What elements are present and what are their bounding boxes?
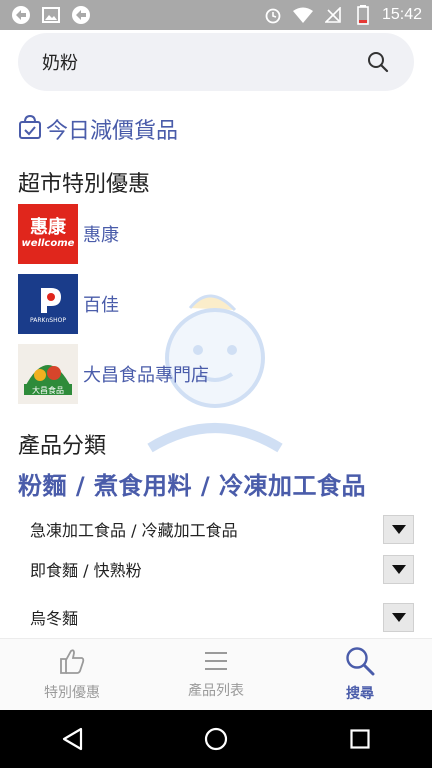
store-name[interactable]: 大昌食品專門店 — [83, 361, 209, 387]
no-signal-icon — [322, 4, 344, 26]
clock-time: 15:42 — [381, 6, 422, 23]
subcategory-row[interactable]: 急凍加工食品 / 冷藏加工食品 — [30, 512, 414, 546]
tab-search[interactable]: 搜尋 — [288, 639, 432, 710]
store-item-parknshop[interactable]: PARKnSHOP 百佳 — [18, 274, 119, 334]
today-deals-label[interactable]: 今日減價貨品 — [46, 113, 178, 145]
dropdown-arrow-icon[interactable] — [383, 514, 414, 544]
bottom-tab-bar: 特別優惠 產品列表 搜尋 — [0, 638, 432, 710]
list-icon — [203, 649, 229, 677]
tab-label: 產品列表 — [188, 683, 244, 699]
shopping-bag-icon — [18, 114, 42, 144]
wellcome-logo: 惠康 wellcome — [18, 204, 78, 264]
dachang-logo: 大昌食品 — [18, 344, 78, 404]
tab-special-offers[interactable]: 特別優惠 — [0, 639, 144, 710]
store-name[interactable]: 百佳 — [83, 291, 119, 317]
subcategory-label[interactable]: 烏冬麵 — [30, 605, 78, 629]
dropdown-arrow-icon[interactable] — [383, 602, 414, 632]
search-icon[interactable] — [364, 48, 392, 76]
recent-apps-icon[interactable] — [340, 719, 380, 759]
svg-text:大昌食品: 大昌食品 — [32, 385, 64, 395]
search-bar[interactable]: 奶粉 — [18, 33, 414, 91]
search-input[interactable]: 奶粉 — [42, 49, 364, 75]
subcategory-row[interactable]: 即食麵 / 快熟粉 — [30, 552, 414, 586]
tab-label: 搜尋 — [346, 686, 374, 702]
system-nav-bar — [0, 710, 432, 768]
subcategory-label[interactable]: 急凍加工食品 / 冷藏加工食品 — [30, 517, 238, 541]
dropdown-arrow-icon[interactable] — [383, 554, 414, 584]
store-item-dachang[interactable]: 大昌食品 大昌食品專門店 — [18, 344, 209, 404]
alarm-icon — [262, 4, 284, 26]
subcategory-row[interactable]: 烏冬麵 — [30, 600, 414, 634]
home-icon[interactable] — [196, 719, 236, 759]
search-icon — [345, 646, 375, 680]
wifi-icon — [292, 4, 314, 26]
back-icon[interactable] — [52, 719, 92, 759]
status-bar: 15:42 — [0, 0, 432, 30]
battery-icon — [352, 4, 374, 26]
sync-icon-2 — [70, 4, 92, 26]
category-section-title: 產品分類 — [18, 434, 107, 459]
store-item-wellcome[interactable]: 惠康 wellcome 惠康 — [18, 204, 119, 264]
parknshop-logo: PARKnSHOP — [18, 274, 78, 334]
tab-product-list[interactable]: 產品列表 — [144, 639, 288, 710]
supermarket-section-title: 超市特別優惠 — [18, 172, 151, 197]
image-icon — [40, 4, 62, 26]
subcategory-label[interactable]: 即食麵 / 快熟粉 — [30, 557, 142, 581]
sync-icon — [10, 4, 32, 26]
tab-label: 特別優惠 — [44, 685, 100, 701]
store-name[interactable]: 惠康 — [83, 221, 119, 247]
thumbs-up-icon — [58, 647, 86, 679]
selected-category-title[interactable]: 粉麵 / 煮食用料 / 冷凍加工食品 — [18, 466, 366, 501]
today-deals-link[interactable]: 今日減價貨品 — [18, 113, 178, 145]
